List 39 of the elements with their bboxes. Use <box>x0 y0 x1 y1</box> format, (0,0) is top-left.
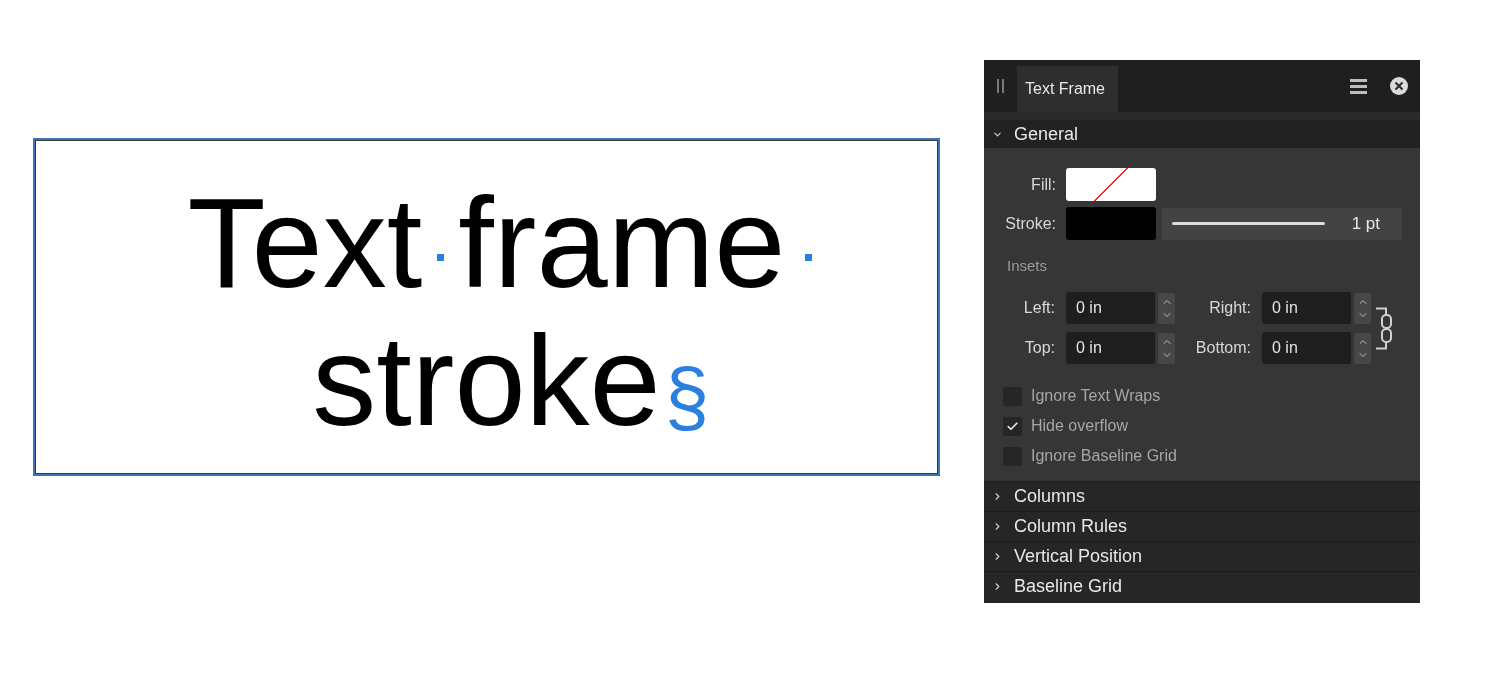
panel-tab[interactable]: Text Frame <box>1017 66 1118 112</box>
inset-label: Left: <box>1022 298 1055 318</box>
checkbox-label: Ignore Text Wraps <box>1031 386 1161 406</box>
fill-swatch[interactable] <box>1066 168 1156 201</box>
inset-input[interactable]: 0 in <box>1066 332 1155 364</box>
stroke-label: Stroke: <box>1004 213 1056 234</box>
checkbox-label: Hide overflow <box>1031 416 1128 436</box>
line-sample-icon <box>1172 222 1325 225</box>
checkmark-icon <box>1006 419 1019 433</box>
section-header[interactable]: Baseline Grid <box>984 571 1420 601</box>
stroke-width-control[interactable]: 1 pt <box>1162 207 1402 240</box>
stroke-swatch[interactable] <box>1066 207 1156 240</box>
inset-label: Top: <box>1023 338 1055 358</box>
checkbox[interactable] <box>1003 416 1022 436</box>
inset-input[interactable]: 0 in <box>1262 332 1351 364</box>
stepper[interactable] <box>1354 292 1371 324</box>
inset-label: Right: <box>1208 298 1251 318</box>
paragraph-mark: § <box>664 357 710 437</box>
section-header[interactable]: Column Rules <box>984 511 1420 541</box>
text-word: frame <box>458 174 786 312</box>
inset-input[interactable]: 0 in <box>1066 292 1155 324</box>
section-header[interactable]: General <box>984 120 1420 148</box>
fill-label: Fill: <box>1030 174 1056 195</box>
close-icon[interactable] <box>1390 77 1408 95</box>
checkbox-label: Ignore Baseline Grid <box>1031 446 1177 466</box>
stepper[interactable] <box>1158 292 1175 324</box>
grip-icon[interactable] <box>997 79 1004 93</box>
section-header[interactable]: Columns <box>984 481 1420 511</box>
stepper[interactable] <box>1158 332 1175 364</box>
space-marker-icon <box>436 254 444 261</box>
chain-link-icon <box>1376 306 1393 350</box>
inset-label: Bottom: <box>1194 338 1251 358</box>
text-word: Text <box>187 174 423 312</box>
section-header[interactable]: Vertical Position <box>984 541 1420 571</box>
text-word: stroke <box>312 312 661 450</box>
menu-icon[interactable] <box>1350 78 1367 94</box>
stepper[interactable] <box>1354 332 1371 364</box>
insets-heading: Insets <box>1007 256 1048 276</box>
inset-input[interactable]: 0 in <box>1262 292 1351 324</box>
